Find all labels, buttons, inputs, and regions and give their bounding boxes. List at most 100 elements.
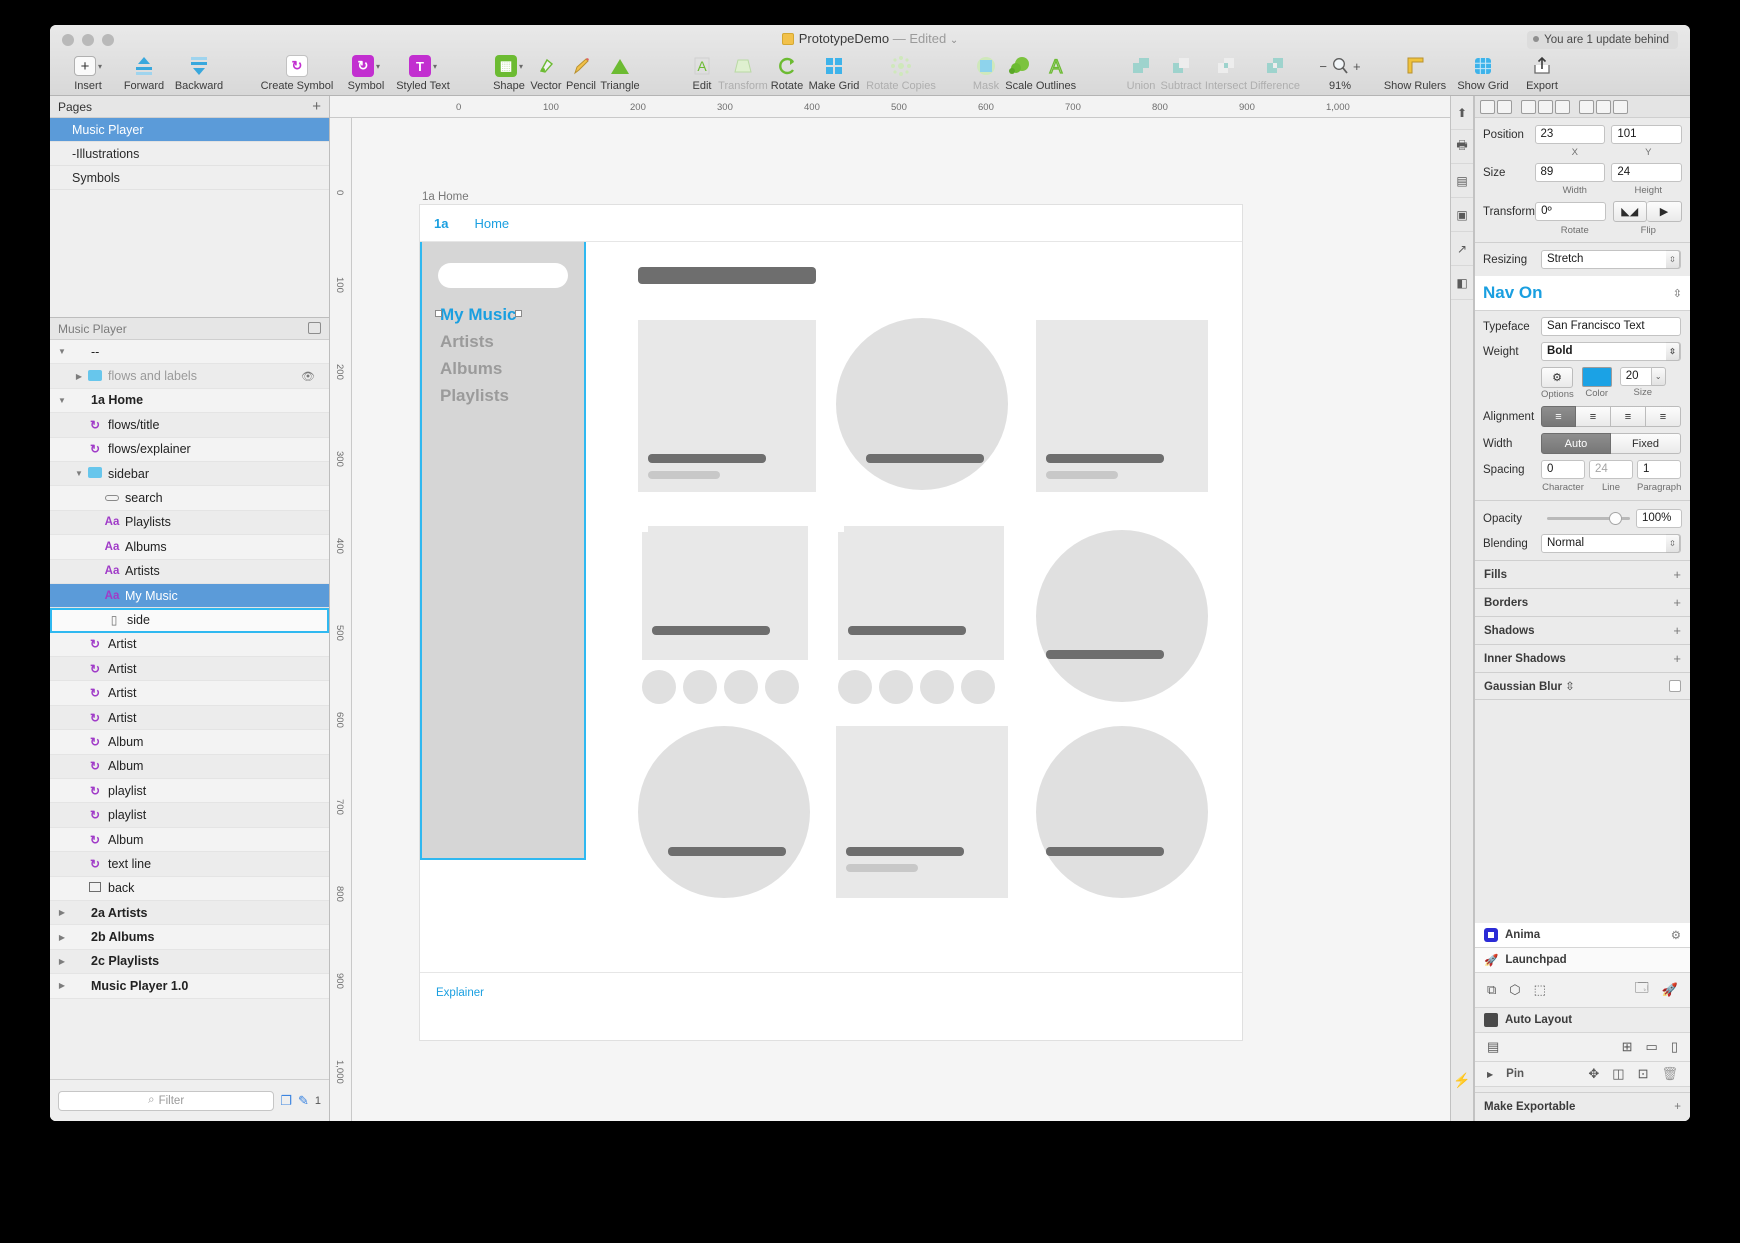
opacity-input[interactable]: 100% (1636, 509, 1682, 528)
toolbar-difference[interactable]: Difference (1244, 53, 1306, 92)
layer-row[interactable]: ↻ playlist (50, 803, 329, 828)
disclosure-triangle-icon[interactable]: ▼ (56, 347, 68, 356)
launchpad-export-icon[interactable]: ⧉ (1487, 982, 1496, 998)
align-text-center-icon[interactable]: ≡ (1576, 406, 1611, 427)
spacing-paragraph-input[interactable]: 1 (1637, 460, 1681, 479)
selection-handle-left[interactable] (435, 310, 442, 317)
rail-link-icon[interactable]: ↗ (1451, 232, 1473, 266)
disclosure-triangle-icon[interactable]: ▶ (56, 933, 68, 942)
flip-horizontal-icon[interactable]: ◣◢ (1612, 201, 1647, 222)
shadows-section[interactable]: Shadows + (1475, 617, 1690, 645)
toolbar-create-symbol[interactable]: ↻ Create Symbol (255, 53, 339, 92)
spacing-character-input[interactable]: 0 (1541, 460, 1585, 479)
align-right-icon[interactable] (1613, 99, 1628, 114)
disclosure-triangle-icon[interactable]: ▼ (73, 469, 85, 478)
launchpad-plugin-header[interactable]: 🚀 Launchpad (1475, 948, 1690, 973)
chevron-down-icon[interactable]: ⌄ (1651, 367, 1666, 386)
design-nav-playlists[interactable]: Playlists (440, 386, 517, 406)
layer-row[interactable]: ▶ 2c Playlists (50, 949, 329, 975)
disclosure-triangle-icon[interactable]: ▼ (56, 396, 68, 405)
duplicate-icon[interactable]: ❐ (280, 1093, 292, 1109)
fills-section[interactable]: Fills + (1475, 560, 1690, 589)
disclosure-triangle-icon[interactable]: ▶ (56, 957, 68, 966)
selection-handle-right[interactable] (514, 310, 522, 317)
distribute-v-icon[interactable] (1596, 99, 1611, 114)
layer-row[interactable]: ↻ Artist (50, 657, 329, 682)
chevron-updown-icon[interactable]: ⇳ (1666, 534, 1680, 553)
width-auto-button[interactable]: Auto (1541, 433, 1611, 454)
rail-pages-icon[interactable]: ▤ (1451, 164, 1473, 198)
width-input[interactable]: 89 (1534, 163, 1606, 182)
weight-select[interactable]: Bold ⇳ (1541, 342, 1681, 361)
color-swatch[interactable] (1581, 367, 1612, 387)
position-y-input[interactable]: 101 (1611, 125, 1682, 144)
canvas[interactable]: 1a Home 1a Home My Music Artists Albums … (352, 118, 1450, 1121)
design-sidebar[interactable]: My Music Artists Albums Playlists (420, 242, 586, 860)
ruler-vertical[interactable]: 0 100 200 300 400 500 600 700 800 900 1,000 (330, 118, 352, 1121)
chevron-updown-icon[interactable]: ⇳ (1673, 287, 1682, 300)
layer-row[interactable]: ▼ -- (50, 340, 329, 365)
opacity-slider-knob[interactable] (1609, 512, 1622, 525)
rail-layers-icon[interactable]: ◧ (1451, 266, 1473, 300)
update-notice-badge[interactable]: You are 1 update behind (1527, 31, 1678, 49)
toolbar-backward[interactable]: Backward (168, 53, 230, 92)
visibility-eye-icon[interactable]: 👁 (301, 370, 315, 383)
size-control[interactable]: 20 ⌄ Size (1619, 367, 1666, 398)
add-border-button[interactable]: + (1673, 595, 1681, 610)
chevron-updown-icon[interactable]: ⇳ (1666, 342, 1680, 361)
layer-row[interactable]: ↻ flows/title (50, 413, 329, 438)
page-item-symbols[interactable]: Symbols (50, 166, 329, 190)
launchpad-publish-icon[interactable]: 🚀 (1662, 982, 1678, 998)
blending-select[interactable]: Normal ⇳ (1541, 534, 1681, 553)
anima-plugin-header[interactable]: Anima ⚙ (1475, 923, 1690, 948)
pin-disclosure-icon[interactable]: ▶ (1487, 1070, 1493, 1079)
launchpad-cube-icon[interactable]: ⬡ (1509, 982, 1520, 998)
options-control[interactable]: ⚙ Options (1541, 367, 1574, 400)
borders-section[interactable]: Borders + (1475, 589, 1690, 617)
layer-row[interactable]: Aa Playlists (50, 510, 329, 536)
auto-layout-stack-icon[interactable]: ▤ (1487, 1039, 1499, 1055)
toolbar-forward[interactable]: Forward (113, 53, 175, 92)
align-center-h-icon[interactable] (1497, 99, 1512, 114)
layers-options-icon[interactable] (308, 322, 321, 334)
position-x-input[interactable]: 23 (1534, 125, 1606, 144)
font-size-input[interactable]: 20 (1619, 367, 1652, 386)
disclosure-triangle-icon[interactable]: ▶ (56, 908, 68, 917)
layers-list[interactable]: ▼ -- ▶ flows and labels 👁 ▼ 1a Home ↻ flows/titl… (50, 340, 329, 1079)
pin-vertical-icon[interactable]: ◫ (1612, 1066, 1624, 1082)
layer-row[interactable]: ↻ text line (50, 852, 329, 877)
layer-row[interactable]: ▶ 2b Albums (50, 925, 329, 950)
width-fixed-button[interactable]: Fixed (1611, 433, 1681, 454)
zoom-out-button[interactable]: − (1319, 59, 1327, 74)
artboard[interactable]: 1a Home My Music Artists Albums Playlist (420, 205, 1242, 1040)
launchpad-window-icon[interactable]: 🗔 (1635, 979, 1649, 1001)
design-search-field[interactable] (438, 263, 568, 288)
layer-row[interactable]: ↻ Album (50, 754, 329, 780)
toolbar-show-grid[interactable]: Show Grid (1450, 53, 1516, 92)
layer-row[interactable]: ▶ Music Player 1.0 (50, 974, 329, 999)
zoom-control[interactable]: − + 91% (1300, 53, 1380, 92)
opacity-slider[interactable] (1547, 512, 1630, 525)
launchpad-cursor-icon[interactable]: ⬚ (1534, 982, 1546, 998)
align-bottom-icon[interactable] (1555, 99, 1570, 114)
layer-row[interactable]: Aa Albums (50, 535, 329, 560)
align-text-right-icon[interactable]: ≡ (1611, 406, 1646, 427)
layer-row[interactable]: ↻ Album (50, 827, 329, 853)
layer-row[interactable]: ↻ playlist (50, 779, 329, 804)
toolbar-show-rulers[interactable]: Show Rulers (1378, 53, 1452, 92)
layer-row[interactable]: ▼ 1a Home (50, 388, 329, 414)
pin-all-sides-icon[interactable]: ✥ (1588, 1066, 1599, 1082)
chevron-updown-icon[interactable]: ⇳ (1666, 250, 1680, 269)
make-exportable-section[interactable]: Make Exportable + (1475, 1092, 1690, 1121)
pen-icon[interactable]: ✎ (298, 1093, 309, 1109)
layer-row[interactable]: ▶ 2a Artists (50, 900, 329, 926)
layer-row[interactable]: ▯ side (50, 608, 329, 633)
layer-row[interactable]: search (50, 486, 329, 511)
text-style-header[interactable]: Nav On ⇳ (1475, 276, 1690, 311)
typeface-select[interactable]: San Francisco Text (1541, 317, 1681, 336)
zoom-in-button[interactable]: + (1353, 59, 1361, 74)
gaussian-blur-checkbox[interactable] (1669, 680, 1681, 692)
title-chevron-down-icon[interactable]: ⌄ (950, 35, 958, 46)
toolbar-insert[interactable]: + ▾ Insert (57, 53, 119, 92)
height-input[interactable]: 24 (1611, 163, 1682, 182)
